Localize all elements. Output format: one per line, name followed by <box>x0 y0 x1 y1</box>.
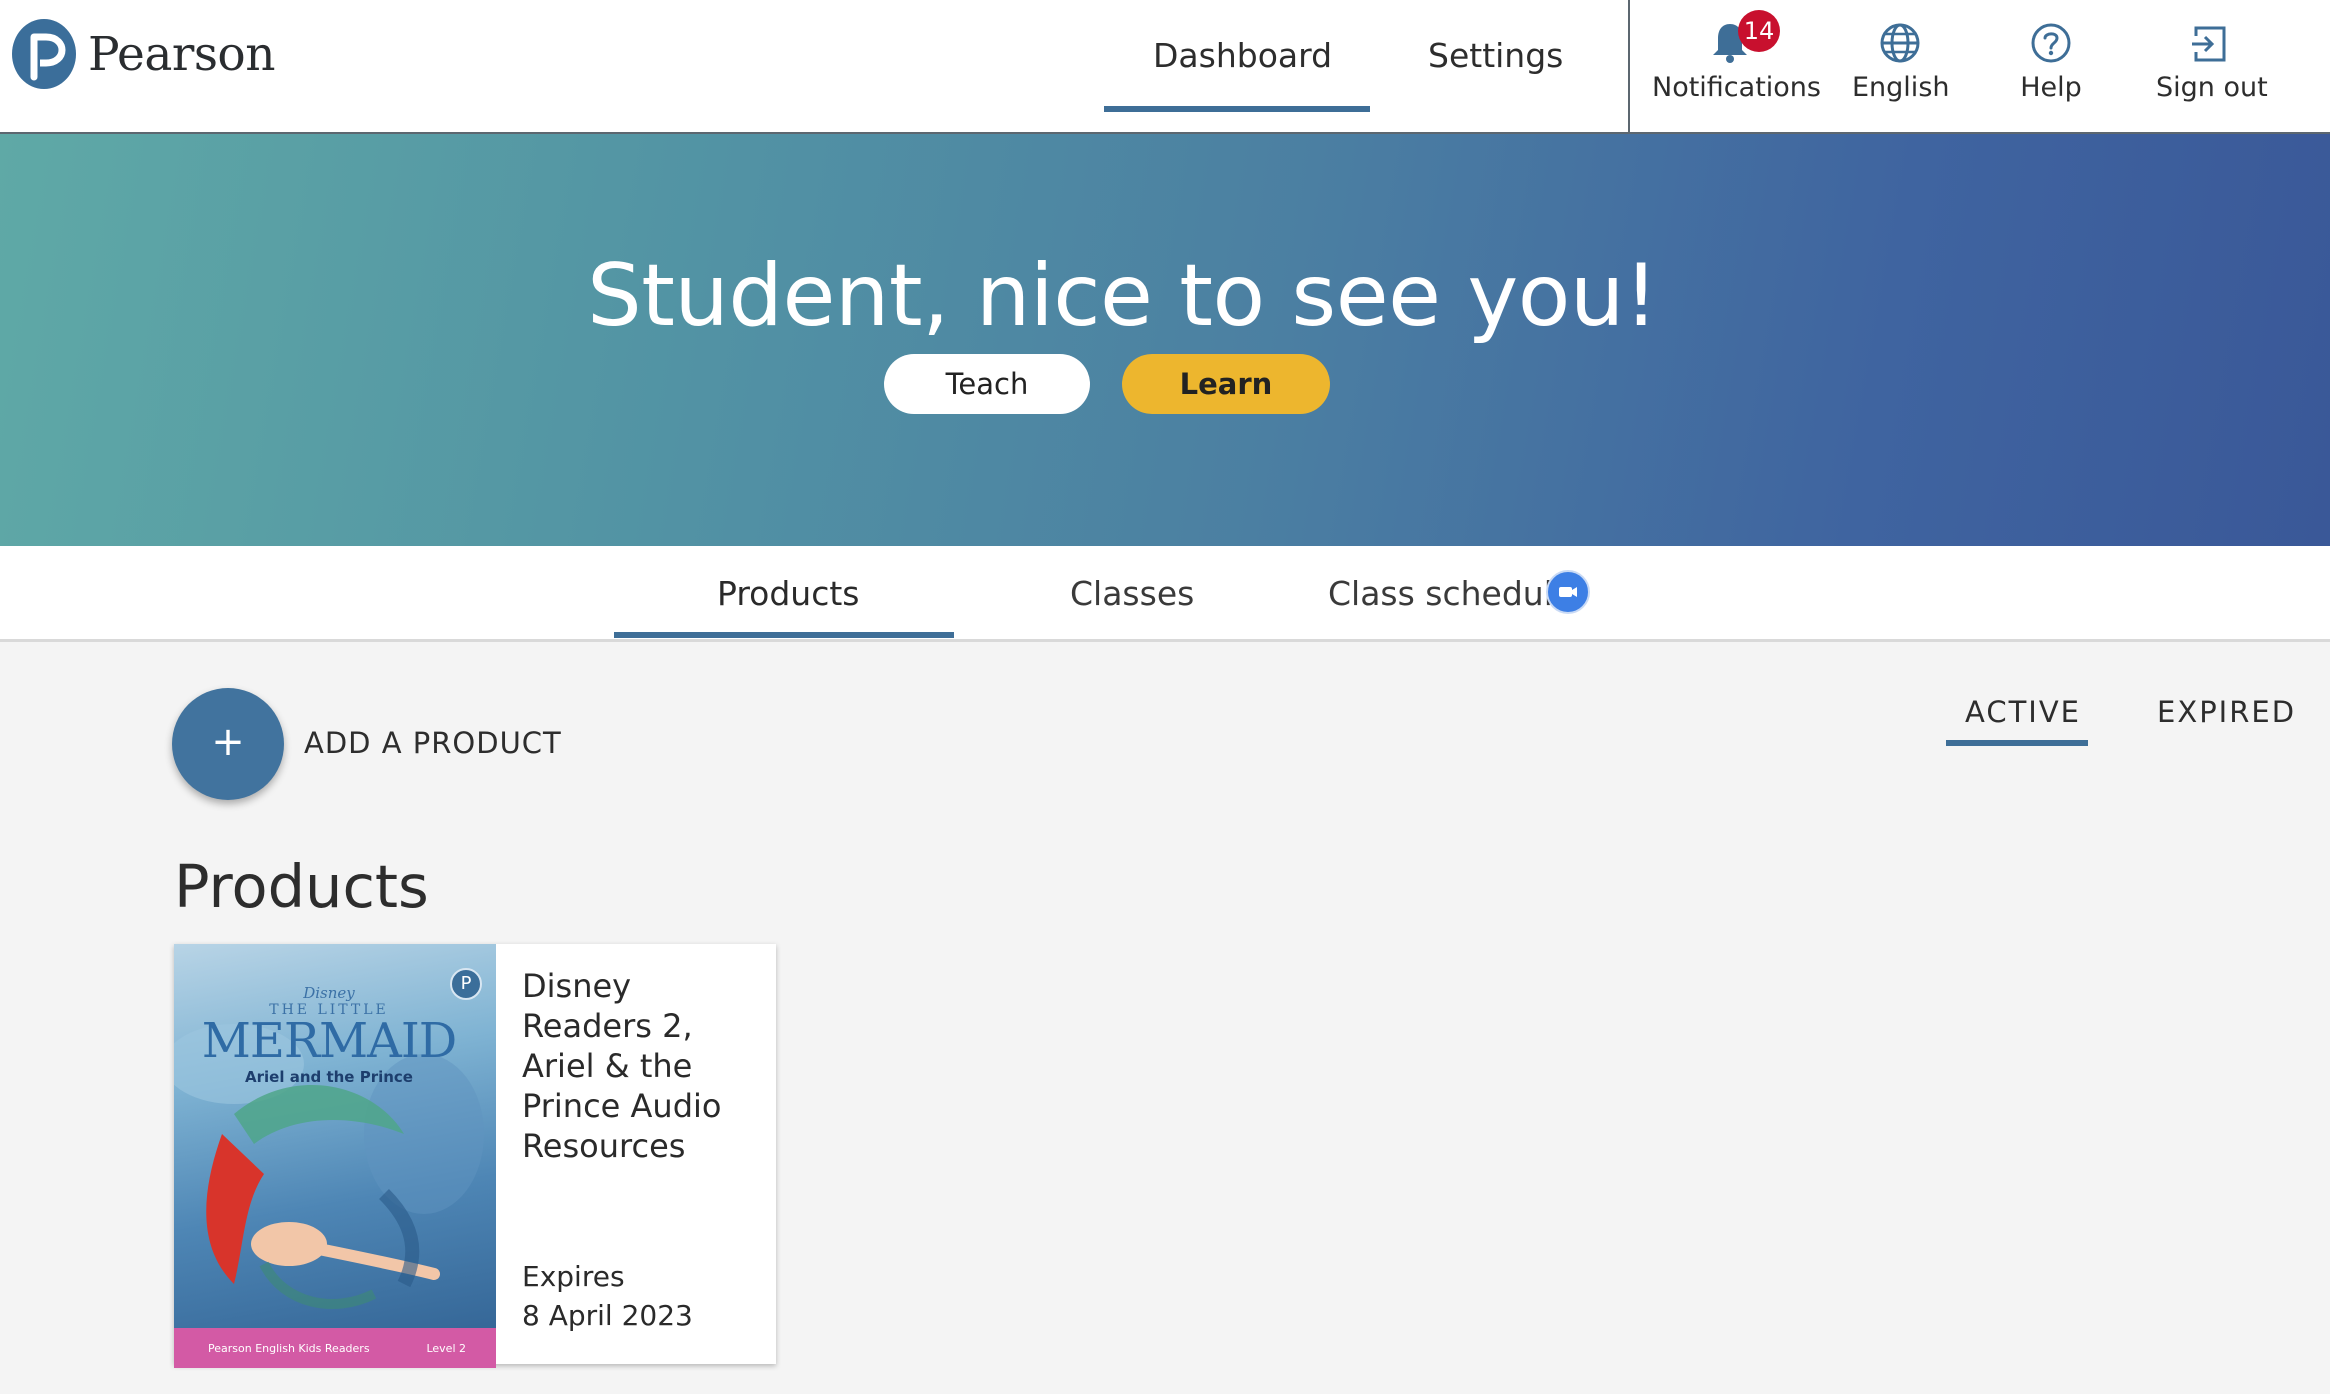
top-header: Pearson Dashboard Settings Notifications… <box>0 0 2330 134</box>
pearson-badge-icon: P <box>450 968 482 1000</box>
product-cover-image[interactable]: Disney THE LITTLE MERMAID Ariel and the … <box>174 944 496 1368</box>
add-product-button[interactable]: + <box>172 688 284 800</box>
video-camera-icon <box>1546 570 1590 614</box>
logo-text: Pearson <box>88 26 276 82</box>
notifications-button[interactable]: Notifications <box>1652 18 1821 103</box>
language-button[interactable]: English <box>1852 18 1950 103</box>
language-label: English <box>1852 72 1950 103</box>
notifications-count-badge: 14 <box>1738 10 1780 52</box>
nav-active-indicator <box>1104 106 1370 112</box>
add-product-label[interactable]: ADD A PRODUCT <box>304 726 562 760</box>
help-label: Help <box>2020 72 2082 103</box>
tab-active-indicator <box>614 632 954 638</box>
product-card[interactable]: Disney THE LITTLE MERMAID Ariel and the … <box>174 944 776 1368</box>
help-button[interactable]: Help <box>2010 18 2092 103</box>
sign-out-icon <box>2156 18 2264 64</box>
help-icon <box>2010 18 2092 64</box>
bell-icon <box>1652 18 1808 64</box>
product-title[interactable]: Disney Readers 2, Ariel & the Prince Aud… <box>522 966 752 1166</box>
cover-title: Disney THE LITTLE MERMAID Ariel and the … <box>201 984 458 1086</box>
nav-settings[interactable]: Settings <box>1428 36 1563 75</box>
header-divider <box>1628 0 1630 134</box>
expires-date: 8 April 2023 <box>522 1299 693 1332</box>
sign-out-button[interactable]: Sign out <box>2156 18 2268 103</box>
globe-icon <box>1852 18 1948 64</box>
learn-button[interactable]: Learn <box>1122 354 1330 414</box>
sign-out-label: Sign out <box>2156 72 2268 103</box>
filter-active-indicator <box>1946 740 2088 746</box>
expires-label: Expires <box>522 1260 625 1293</box>
tab-products[interactable]: Products <box>717 574 860 613</box>
notifications-label: Notifications <box>1652 72 1821 103</box>
filter-active[interactable]: ACTIVE <box>1965 695 2081 729</box>
pearson-logo[interactable]: Pearson <box>12 19 276 89</box>
filter-expired[interactable]: EXPIRED <box>2157 695 2296 729</box>
nav-dashboard[interactable]: Dashboard <box>1153 36 1332 75</box>
greeting-heading: Student, nice to see you! <box>587 246 1658 346</box>
hero-banner: Student, nice to see you! Teach Learn <box>0 134 2330 546</box>
tab-classes[interactable]: Classes <box>1070 574 1194 613</box>
teach-button[interactable]: Teach <box>884 354 1090 414</box>
products-heading: Products <box>174 852 429 921</box>
pearson-logo-icon <box>12 19 76 89</box>
tab-class-schedule[interactable]: Class schedule <box>1328 574 1573 613</box>
dashboard-tabs: Products Classes Class schedule <box>0 546 2330 642</box>
cover-footer-band: Pearson English Kids Readers Level 2 <box>174 1328 496 1368</box>
